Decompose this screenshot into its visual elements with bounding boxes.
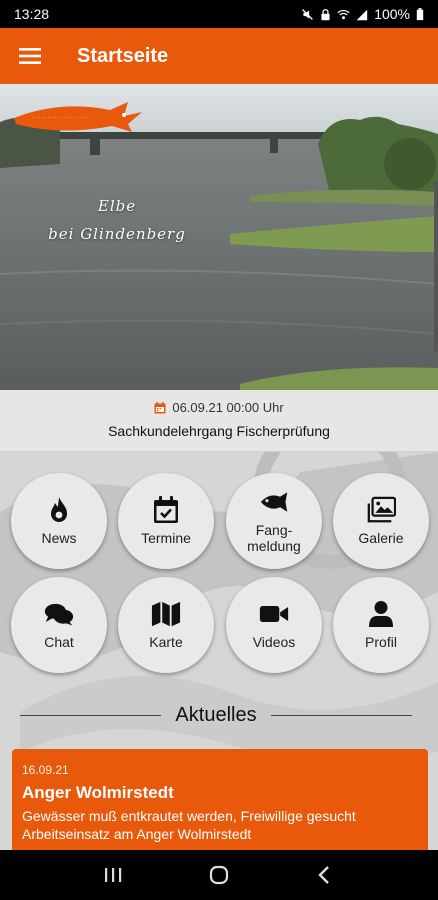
tile-fangmeldung[interactable]: Fang- meldung — [226, 473, 322, 569]
event-card[interactable]: 06.09.21 00:00 Uhr Sachkundelehrgang Fis… — [0, 390, 438, 452]
carousel-edge — [434, 182, 438, 352]
tile-galerie-label: Galerie — [358, 530, 404, 546]
app-bar: Startseite — [0, 28, 438, 84]
system-navigation-bar — [0, 850, 438, 900]
calendar-check-icon — [154, 496, 178, 523]
news-card[interactable]: 16.09.21 Anger Wolmirstedt Gewässer muß … — [12, 749, 428, 850]
tile-termine[interactable]: Termine — [118, 473, 214, 569]
status-bar: 13:28 100% — [0, 0, 438, 28]
recent-apps-icon[interactable] — [102, 864, 124, 886]
hero-caption: Elbe bei Glindenberg — [42, 192, 192, 248]
menu-button[interactable] — [0, 28, 60, 84]
event-date-row: 06.09.21 00:00 Uhr — [0, 400, 438, 415]
svg-text:· · · · · · · · · · · · · · ·: · · · · · · · · · · · · · · · · · · — [32, 115, 88, 121]
mute-icon — [302, 8, 314, 20]
tile-videos[interactable]: Videos — [226, 577, 322, 673]
tile-karte[interactable]: Karte — [118, 577, 214, 673]
signal-icon — [356, 9, 368, 20]
main-content: News Termine Fang- meldung Galerie Chat … — [0, 452, 438, 850]
news-text: Gewässer muß entkrautet werden, Freiwill… — [22, 807, 418, 843]
status-icons — [301, 8, 368, 21]
chat-icon — [44, 603, 74, 626]
event-date: 06.09.21 00:00 Uhr — [172, 400, 284, 415]
tile-videos-label: Videos — [252, 634, 296, 650]
tile-news[interactable]: News — [11, 473, 107, 569]
video-camera-icon — [259, 606, 289, 622]
tile-fangmeldung-label: Fang- meldung — [247, 522, 301, 554]
news-date: 16.09.21 — [22, 763, 69, 777]
section-divider-right — [270, 714, 412, 716]
status-time: 13:28 — [14, 6, 50, 22]
tile-profil-label: Profil — [365, 634, 397, 650]
news-text-line2: Arbeitseinsatz am Anger Wolmirstedt — [22, 826, 252, 842]
tile-profil[interactable]: Profil — [333, 577, 429, 673]
home-icon[interactable] — [208, 864, 230, 886]
tile-news-label: News — [41, 530, 77, 546]
hero-caption-line1: Elbe — [97, 197, 137, 215]
tile-chat-label: Chat — [44, 634, 74, 650]
battery-icon — [416, 7, 424, 20]
map-icon — [151, 601, 181, 627]
event-title: Sachkundelehrgang Fischerprüfung — [108, 423, 330, 439]
section-header: Aktuelles — [20, 700, 412, 730]
tile-galerie[interactable]: Galerie — [333, 473, 429, 569]
hamburger-menu-icon — [19, 48, 41, 64]
status-right: 100% — [301, 6, 424, 22]
tile-termine-label: Termine — [141, 530, 191, 546]
news-text-line1: Gewässer muß entkrautet werden, Freiwill… — [22, 808, 356, 824]
tile-karte-label: Karte — [149, 634, 183, 650]
back-icon[interactable] — [314, 864, 336, 886]
section-title: Aktuelles — [175, 703, 257, 726]
tile-chat[interactable]: Chat — [11, 577, 107, 673]
section-divider-left — [20, 714, 162, 716]
wifi-icon — [337, 9, 350, 19]
news-title: Anger Wolmirstedt — [22, 783, 174, 802]
user-icon — [369, 601, 393, 627]
fish-icon — [260, 492, 288, 512]
flame-icon — [51, 497, 67, 522]
calendar-icon — [154, 401, 166, 413]
lock-icon — [321, 8, 330, 20]
hero-image[interactable]: · · · · · · · · · · · · · · · · · · Elbe… — [0, 84, 438, 390]
battery-text: 100% — [374, 6, 410, 22]
page-title: Startseite — [77, 44, 169, 67]
images-icon — [367, 496, 396, 523]
hero-caption-line2: bei Glindenberg — [48, 225, 186, 243]
